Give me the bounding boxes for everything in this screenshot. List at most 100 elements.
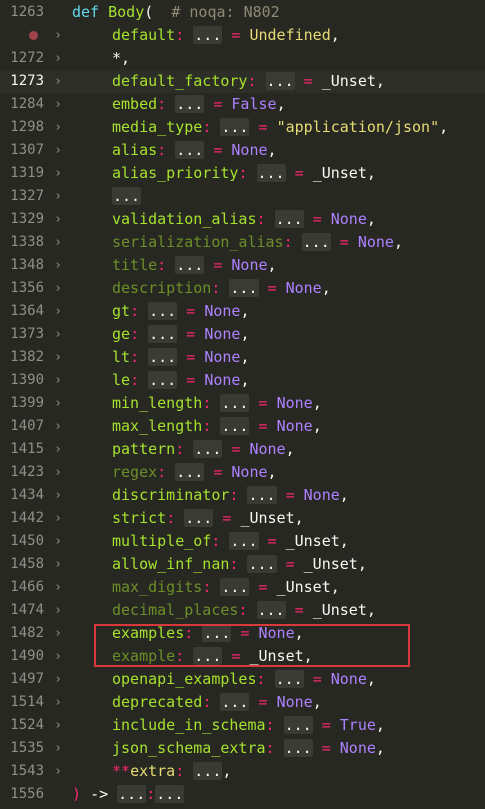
ellipsis-token: ... <box>193 762 223 780</box>
code-line[interactable]: 1415 › pattern: ... = None, <box>0 438 485 461</box>
code-line[interactable]: 1399 › min_length: ... = None, <box>0 392 485 415</box>
code-line[interactable]: 1327 ›... <box>0 185 485 208</box>
colon: : <box>202 693 212 711</box>
code-line[interactable]: 1382 › lt: ... = None, <box>0 346 485 369</box>
fold-chevron-icon[interactable]: › <box>52 737 64 760</box>
code-text: include_in_schema: ... = True, <box>72 714 385 737</box>
code-line[interactable]: 1272 › *, <box>0 47 485 70</box>
code-line[interactable]: 1407 › max_length: ... = None, <box>0 415 485 438</box>
fold-chevron-icon[interactable]: › <box>52 323 64 346</box>
fold-chevron-icon[interactable]: › <box>52 622 64 645</box>
fold-chevron-icon[interactable]: › <box>52 415 64 438</box>
fold-chevron-icon[interactable]: › <box>52 645 64 668</box>
fold-chevron-icon[interactable]: › <box>52 714 64 737</box>
kwargs-name: extra <box>130 762 176 780</box>
fold-chevron-icon[interactable]: › <box>52 553 64 576</box>
fold-chevron-icon[interactable]: › <box>52 277 64 300</box>
fold-chevron-icon[interactable]: › <box>52 116 64 139</box>
code-line[interactable]: 1364 › gt: ... = None, <box>0 300 485 323</box>
equals: = <box>303 72 313 90</box>
ellipsis-token: ... <box>193 440 223 458</box>
fold-chevron-icon[interactable]: › <box>52 93 64 116</box>
colon: : <box>130 302 140 320</box>
code-line[interactable]: 1482 › examples: ... = None, <box>0 622 485 645</box>
code-line[interactable]: 1490 › example: ... = _Unset, <box>0 645 485 668</box>
code-line[interactable]: 1543 › **extra: ..., <box>0 760 485 783</box>
colon: : <box>202 118 212 136</box>
ellipsis-token: ... <box>175 256 205 274</box>
fold-chevron-icon[interactable]: › <box>52 300 64 323</box>
code-line[interactable]: 1556) -> ...:... <box>0 783 485 806</box>
equals: = <box>321 739 331 757</box>
fold-chevron-icon[interactable]: › <box>52 668 64 691</box>
colon: : <box>211 532 221 550</box>
code-line[interactable]: 1535 › json_schema_extra: ... = None, <box>0 737 485 760</box>
fold-chevron-icon[interactable]: › <box>52 438 64 461</box>
code-text: title: ... = None, <box>72 254 277 277</box>
code-line[interactable]: 1497 › openapi_examples: ... = None, <box>0 668 485 691</box>
code-line[interactable]: 1474 › decimal_places: ... = _Unset, <box>0 599 485 622</box>
ellipsis-token: ... <box>220 118 250 136</box>
code-line[interactable]: 1319 › alias_priority: ... = _Unset, <box>0 162 485 185</box>
comma: , <box>276 95 286 113</box>
fold-chevron-icon[interactable]: › <box>52 369 64 392</box>
fold-chevron-icon[interactable]: › <box>52 484 64 507</box>
equals: = <box>213 463 223 481</box>
fold-chevron-icon[interactable]: › <box>52 139 64 162</box>
breakpoint-dot-icon[interactable] <box>29 31 38 40</box>
fold-chevron-icon[interactable]: › <box>52 346 64 369</box>
fold-chevron-icon[interactable]: › <box>52 185 64 208</box>
param-default-value: None <box>204 371 241 389</box>
code-line[interactable]: 1373 › ge: ... = None, <box>0 323 485 346</box>
fold-chevron-icon[interactable]: › <box>52 162 64 185</box>
ellipsis-token: ... <box>247 555 277 573</box>
code-line[interactable]: 1348 › title: ... = None, <box>0 254 485 277</box>
equals: = <box>213 141 223 159</box>
code-line[interactable]: 1284 › embed: ... = False, <box>0 93 485 116</box>
code-line[interactable]: 1263 def Body( # noqa: N802 <box>0 1 485 24</box>
fold-chevron-icon[interactable]: › <box>52 47 64 70</box>
ellipsis-token: ... <box>274 670 304 688</box>
fold-chevron-icon[interactable]: › <box>52 530 64 553</box>
code-editor[interactable]: 1263 def Body( # noqa: N802 › default: ... … <box>0 0 485 809</box>
fold-chevron-icon[interactable]: › <box>52 507 64 530</box>
code-line[interactable]: 1298 › media_type: ... = "application/json… <box>0 116 485 139</box>
code-line[interactable]: 1356 › description: ... = None, <box>0 277 485 300</box>
fold-chevron-icon[interactable]: › <box>52 392 64 415</box>
fold-chevron-icon[interactable]: › <box>52 461 64 484</box>
fold-chevron-icon[interactable]: › <box>52 24 64 47</box>
colon: : <box>202 417 212 435</box>
code-line[interactable]: 1307 › alias: ... = None, <box>0 139 485 162</box>
code-text: *, <box>72 47 130 70</box>
param-name: default_factory <box>112 72 248 90</box>
fold-chevron-icon[interactable]: › <box>52 231 64 254</box>
code-text: validation_alias: ... = None, <box>72 208 376 231</box>
code-line[interactable]: 1434 › discriminator: ... = None, <box>0 484 485 507</box>
comma: , <box>312 394 322 412</box>
code-line[interactable]: 1466 › max_digits: ... = _Unset, <box>0 576 485 599</box>
equals: = <box>186 348 196 366</box>
code-line[interactable]: 1423 › regex: ... = None, <box>0 461 485 484</box>
code-line[interactable]: 1458 › allow_inf_nan: ... = _Unset, <box>0 553 485 576</box>
code-line[interactable]: 1329 › validation_alias: ... = None, <box>0 208 485 231</box>
code-line[interactable]: 1450 › multiple_of: ... = _Unset, <box>0 530 485 553</box>
fold-chevron-icon[interactable]: › <box>52 576 64 599</box>
code-line[interactable]: › default: ... = Undefined, <box>0 24 485 47</box>
code-line[interactable]: 1273 › default_factory: ... = _Unset, <box>0 70 485 93</box>
fold-chevron-icon[interactable]: › <box>52 254 64 277</box>
fold-chevron-icon[interactable]: › <box>52 599 64 622</box>
fold-chevron-icon[interactable]: › <box>52 208 64 231</box>
code-line[interactable]: 1524 › include_in_schema: ... = True, <box>0 714 485 737</box>
equals: = <box>240 624 250 642</box>
code-line[interactable]: 1338 › serialization_alias: ... = None, <box>0 231 485 254</box>
code-line[interactable]: 1442 › strict: ... = _Unset, <box>0 507 485 530</box>
comma: , <box>393 233 403 251</box>
code-line[interactable]: 1514 › deprecated: ... = None, <box>0 691 485 714</box>
line-number: 1399 <box>10 395 44 411</box>
code-line[interactable]: 1390 › le: ... = None, <box>0 369 485 392</box>
param-name: serialization_alias <box>112 233 284 251</box>
param-default-value: None <box>258 624 295 642</box>
fold-chevron-icon[interactable]: › <box>52 691 64 714</box>
fold-chevron-icon[interactable]: › <box>52 760 64 783</box>
fold-chevron-icon[interactable]: › <box>52 70 64 93</box>
